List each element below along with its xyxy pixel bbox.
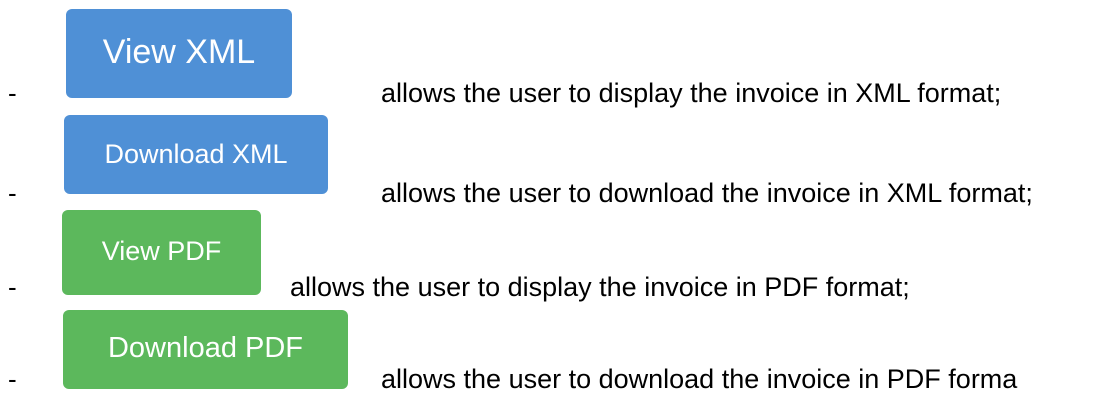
view-pdf-description: allows the user to display the invoice i… [290,272,910,302]
download-pdf-button[interactable]: Download PDF [63,310,348,389]
list-bullet: - [8,78,17,108]
download-pdf-description: allows the user to download the invoice … [381,364,1018,394]
view-pdf-button[interactable]: View PDF [62,210,261,295]
download-xml-button[interactable]: Download XML [64,115,328,194]
list-bullet: - [8,178,17,208]
download-xml-description: allows the user to download the invoice … [381,178,1033,208]
list-bullet: - [8,272,17,302]
view-xml-description: allows the user to display the invoice i… [381,78,1002,108]
view-xml-button[interactable]: View XML [66,9,292,98]
list-bullet: - [8,364,17,394]
